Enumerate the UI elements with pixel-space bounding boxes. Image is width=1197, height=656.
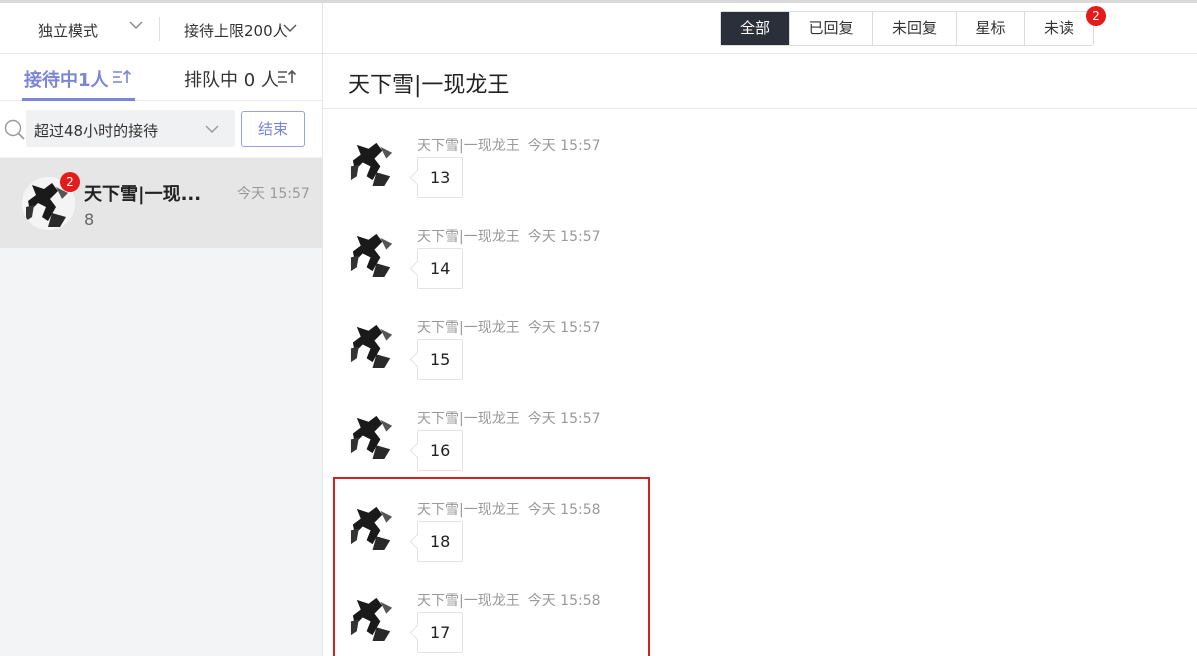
message-meta: 天下雪|一现龙王 今天 15:57	[417, 226, 601, 246]
message-bubble[interactable]: 13	[417, 157, 464, 198]
message-item: 天下雪|一现龙王 今天 15:57 13	[323, 135, 1197, 226]
message-bubble[interactable]: 18	[417, 521, 464, 562]
conversation-item[interactable]: 2 天下雪|一现... 今天 15:57 8	[0, 158, 322, 248]
avatar[interactable]	[347, 319, 399, 371]
sort-icon[interactable]	[112, 68, 132, 86]
message-item: 天下雪|一现龙王 今天 15:58 17	[323, 590, 1197, 656]
conversation-name: 天下雪|一现...	[84, 184, 202, 205]
tab-queue[interactable]: 排队中 0 人	[184, 66, 279, 92]
conversation-time: 今天 15:57	[237, 186, 310, 202]
reception-limit-select[interactable]: 接待上限200人	[184, 20, 288, 41]
message-bubble[interactable]: 17	[417, 612, 464, 653]
message-item: 天下雪|一现龙王 今天 15:57 15	[323, 317, 1197, 408]
message-sender: 天下雪|一现龙王	[417, 593, 520, 609]
message-sender: 天下雪|一现龙王	[417, 138, 520, 154]
sort-icon[interactable]	[277, 68, 297, 86]
segment-unread[interactable]: 未读	[1025, 12, 1093, 45]
message-meta: 天下雪|一现龙王 今天 15:58	[417, 590, 601, 610]
message-meta: 天下雪|一现龙王 今天 15:58	[417, 499, 601, 519]
message-bubble[interactable]: 16	[417, 430, 464, 471]
chevron-down-icon[interactable]	[282, 20, 298, 36]
divider	[159, 17, 160, 41]
avatar[interactable]	[347, 592, 399, 644]
message-bubble[interactable]: 14	[417, 248, 464, 289]
message-meta: 天下雪|一现龙王 今天 15:57	[417, 317, 601, 337]
chevron-down-icon	[205, 125, 219, 133]
message-sender: 天下雪|一现龙王	[417, 229, 520, 245]
filter-row: 超过48小时的接待 结束	[0, 101, 322, 157]
search-icon[interactable]	[4, 119, 26, 141]
message-sender: 天下雪|一现龙王	[417, 320, 520, 336]
message-sender: 天下雪|一现龙王	[417, 411, 520, 427]
main-topbar: 全部 已回复 未回复 星标 未读 2	[323, 3, 1197, 54]
message-item: 天下雪|一现龙王 今天 15:57 16	[323, 408, 1197, 499]
segment-all[interactable]: 全部	[721, 12, 790, 45]
filter-selected-value: 超过48小时的接待	[34, 122, 159, 140]
segment-replied[interactable]: 已回复	[790, 12, 873, 45]
avatar[interactable]	[347, 228, 399, 280]
end-button[interactable]: 结束	[241, 111, 305, 147]
message-time: 今天 15:58	[527, 502, 601, 518]
message-item: 天下雪|一现龙王 今天 15:57 14	[323, 226, 1197, 317]
unread-count-badge: 2	[1086, 6, 1106, 26]
chevron-down-icon[interactable]	[128, 17, 144, 33]
message-time: 今天 15:58	[527, 593, 601, 609]
main-panel: 全部 已回复 未回复 星标 未读 2 天下雪|一现龙王 天下雪|一现龙王 今天 1…	[323, 3, 1197, 656]
mode-select[interactable]: 独立模式	[38, 20, 98, 41]
chat-title: 天下雪|一现龙王	[348, 73, 510, 98]
avatar[interactable]	[347, 410, 399, 462]
message-sender: 天下雪|一现龙王	[417, 502, 520, 518]
message-meta: 天下雪|一现龙王 今天 15:57	[417, 408, 601, 428]
tab-serving[interactable]: 接待中1人	[24, 66, 109, 92]
app-window: 独立模式 接待上限200人 接待中1人 排队中 0 人 超过48小时的接待 结束…	[0, 0, 1197, 656]
conversation-preview: 8	[84, 210, 95, 229]
avatar[interactable]	[347, 501, 399, 553]
unread-badge: 2	[60, 172, 80, 192]
sidebar: 独立模式 接待上限200人 接待中1人 排队中 0 人 超过48小时的接待 结束…	[0, 3, 323, 656]
message-meta: 天下雪|一现龙王 今天 15:57	[417, 135, 601, 155]
message-time: 今天 15:57	[527, 229, 601, 245]
chat-header: 天下雪|一现龙王	[323, 54, 1197, 109]
message-time: 今天 15:57	[527, 138, 601, 154]
segment-starred[interactable]: 星标	[957, 12, 1025, 45]
sidebar-tabs: 接待中1人 排队中 0 人	[0, 54, 322, 101]
message-item: 天下雪|一现龙王 今天 15:58 18	[323, 499, 1197, 590]
time-filter-select[interactable]: 超过48小时的接待	[26, 110, 235, 147]
avatar[interactable]	[347, 137, 399, 189]
message-time: 今天 15:57	[527, 411, 601, 427]
sidebar-topbar: 独立模式 接待上限200人	[0, 3, 322, 54]
message-bubble[interactable]: 15	[417, 339, 464, 380]
segment-unreplied[interactable]: 未回复	[873, 12, 957, 45]
status-filter-segments: 全部 已回复 未回复 星标 未读	[720, 11, 1094, 46]
message-time: 今天 15:57	[527, 320, 601, 336]
